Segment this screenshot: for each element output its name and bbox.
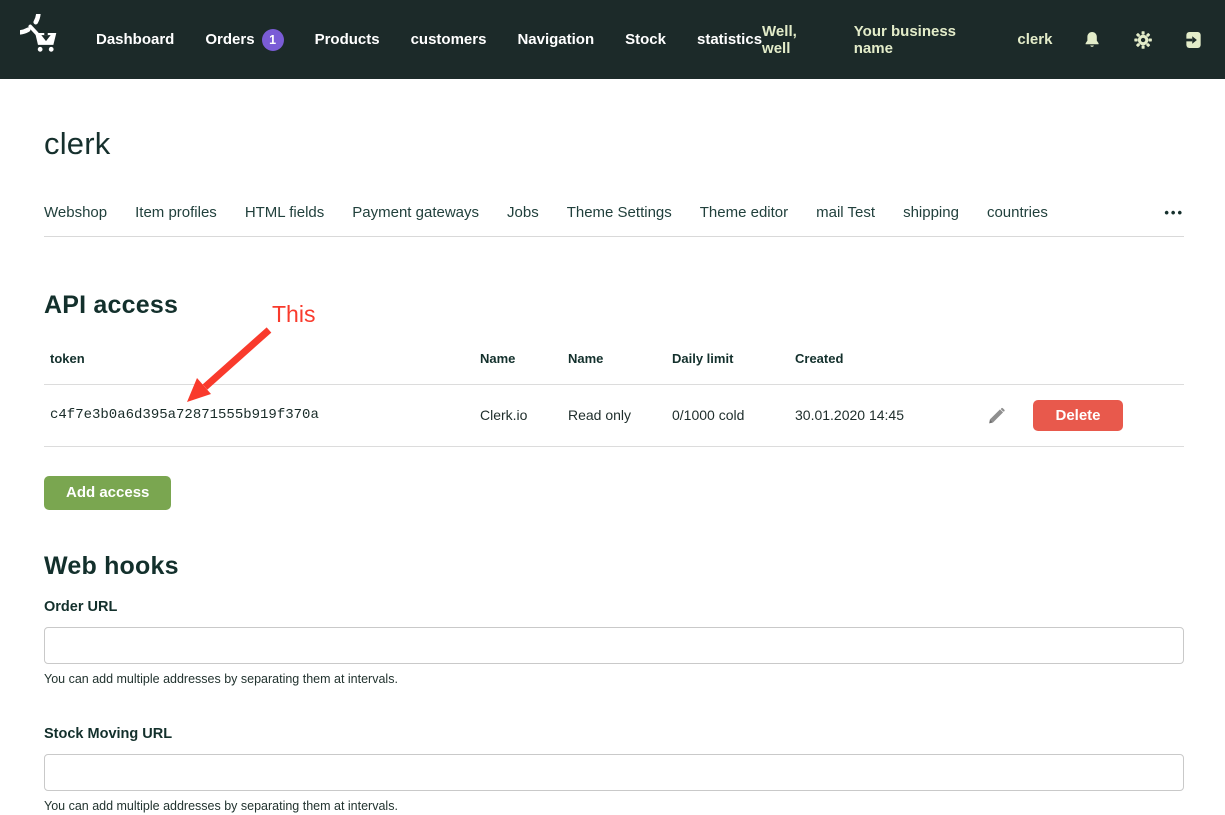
- greeting-link[interactable]: Well, well: [762, 23, 824, 57]
- business-name-link[interactable]: Your business name: [854, 23, 988, 57]
- nav-item-dashboard[interactable]: Dashboard: [96, 31, 174, 48]
- nav-label: customers: [411, 31, 487, 48]
- edit-button[interactable]: [987, 405, 1007, 425]
- cart-logo-icon[interactable]: [20, 14, 72, 66]
- api-access-heading: API access: [44, 291, 1184, 320]
- nav-label: Orders: [205, 31, 254, 48]
- col-header-token: token: [44, 351, 480, 366]
- token-access-level: Read only: [568, 407, 672, 423]
- tab-html-fields[interactable]: HTML fields: [245, 204, 324, 221]
- token-daily-limit: 0/1000 cold: [672, 407, 795, 423]
- nav-item-customers[interactable]: customers: [411, 31, 487, 48]
- col-header-name: Name: [568, 351, 672, 366]
- col-header-created: Created: [795, 351, 985, 366]
- webhooks-heading: Web hooks: [44, 552, 1184, 581]
- tabs-more-button[interactable]: •••: [1164, 205, 1184, 220]
- nav-label: Navigation: [517, 31, 594, 48]
- bell-icon[interactable]: [1082, 29, 1102, 51]
- order-url-input[interactable]: [44, 627, 1184, 664]
- user-link[interactable]: clerk: [1017, 31, 1052, 48]
- col-header-daily-limit: Daily limit: [672, 351, 795, 366]
- navbar-right: Well, well Your business name clerk: [762, 23, 1203, 57]
- stock-moving-url-help-text: You can add multiple addresses by separa…: [44, 799, 1184, 813]
- nav-item-orders[interactable]: Orders 1: [205, 29, 283, 51]
- nav-item-statistics[interactable]: statistics: [697, 31, 762, 48]
- main-menu: Dashboard Orders 1 Products customers Nav…: [96, 29, 762, 51]
- tab-jobs[interactable]: Jobs: [507, 204, 539, 221]
- tab-item-profiles[interactable]: Item profiles: [135, 204, 217, 221]
- delete-button[interactable]: Delete: [1033, 400, 1123, 431]
- nav-item-products[interactable]: Products: [315, 31, 380, 48]
- token-value: c4f7e3b0a6d395a72871555b919f370a: [44, 407, 480, 423]
- col-header-name: Name: [480, 351, 568, 366]
- tab-theme-settings[interactable]: Theme Settings: [567, 204, 672, 221]
- order-url-label: Order URL: [44, 599, 1184, 615]
- tab-mail-test[interactable]: mail Test: [816, 204, 875, 221]
- webhooks-section: Web hooks Order URL You can add multiple…: [44, 552, 1184, 813]
- tab-theme-editor[interactable]: Theme editor: [700, 204, 788, 221]
- add-access-button[interactable]: Add access: [44, 476, 171, 510]
- main-content: clerk Webshop Item profiles HTML fields …: [0, 128, 1225, 813]
- api-access-section: API access This token Name Name Daily li…: [44, 291, 1184, 510]
- tab-shipping[interactable]: shipping: [903, 204, 959, 221]
- order-url-field-block: Order URL You can add multiple addresses…: [44, 599, 1184, 686]
- api-token-row: c4f7e3b0a6d395a72871555b919f370a Clerk.i…: [44, 385, 1184, 447]
- sign-out-icon[interactable]: [1183, 29, 1203, 51]
- token-created: 30.01.2020 14:45: [795, 407, 985, 423]
- annotation-this-label: This: [272, 301, 315, 328]
- pencil-icon: [987, 405, 1007, 425]
- nav-item-stock[interactable]: Stock: [625, 31, 666, 48]
- tab-webshop[interactable]: Webshop: [44, 204, 107, 221]
- tab-countries[interactable]: countries: [987, 204, 1048, 221]
- nav-label: Stock: [625, 31, 666, 48]
- gear-icon[interactable]: [1133, 29, 1153, 51]
- page-title: clerk: [44, 128, 1184, 161]
- stock-moving-url-label: Stock Moving URL: [44, 726, 1184, 742]
- tab-bar: Webshop Item profiles HTML fields Paymen…: [44, 204, 1184, 237]
- nav-label: statistics: [697, 31, 762, 48]
- token-name: Clerk.io: [480, 407, 568, 423]
- stock-moving-url-input[interactable]: [44, 754, 1184, 791]
- nav-label: Dashboard: [96, 31, 174, 48]
- nav-item-navigation[interactable]: Navigation: [517, 31, 594, 48]
- tab-payment-gateways[interactable]: Payment gateways: [352, 204, 479, 221]
- row-actions: Delete: [985, 400, 1184, 431]
- top-navbar: Dashboard Orders 1 Products customers Nav…: [0, 0, 1225, 79]
- stock-moving-url-field-block: Stock Moving URL You can add multiple ad…: [44, 726, 1184, 813]
- nav-label: Products: [315, 31, 380, 48]
- order-url-help-text: You can add multiple addresses by separa…: [44, 672, 1184, 686]
- api-table-header: token Name Name Daily limit Created: [44, 351, 1184, 385]
- orders-count-badge: 1: [262, 29, 284, 51]
